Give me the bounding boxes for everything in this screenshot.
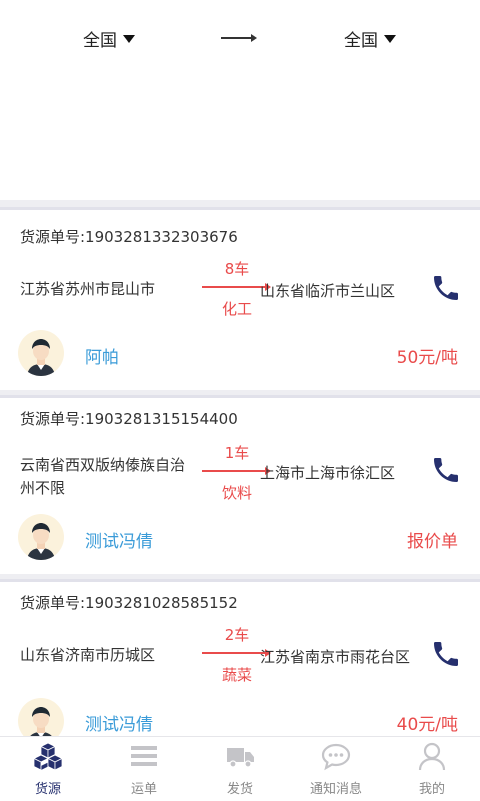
caret-down-icon [384,34,396,43]
avatar [18,698,64,736]
tab-mine[interactable]: 我的 [384,737,480,801]
price: 报价单 [407,532,458,552]
route-arrow-icon [202,283,271,291]
cargo-type: 饮料 [221,484,252,502]
cubes-icon [33,742,63,771]
caret-down-icon [123,34,135,43]
route-arrow-icon [202,649,271,657]
divider [0,200,480,210]
avatar [18,330,64,376]
tab-label: 货源 [34,782,61,797]
destination-select-label: 全国 [344,31,378,51]
shipper-name: 测试冯倩 [85,715,153,735]
cargo-type: 蔬菜 [221,666,252,684]
tab-label: 运单 [130,782,157,797]
phone-icon[interactable] [430,638,462,670]
destination-address: 上海市上海市徐汇区 [260,464,396,482]
route-arrow-icon [202,467,271,475]
truck-count: 2车 [224,626,250,644]
cargo-card[interactable]: 货源单号:1903281315154400 云南省西双版纳傣族自治州不限 1车 … [0,398,480,574]
cargo-card[interactable]: 货源单号:1903281028585152 山东省济南市历城区 2车 蔬菜 江苏… [0,582,480,736]
shipper-name: 测试冯倩 [85,532,153,552]
avatar [18,514,64,560]
truck-count: 1车 [224,444,250,462]
price: 40元/吨 [396,715,458,735]
cargo-number: 货源单号:1903281315154400 [20,410,238,428]
cargo-type: 化工 [221,300,252,318]
divider [0,574,480,582]
shipper-name: 阿帕 [85,348,119,368]
truck-icon [227,748,254,768]
bottom-tab-bar: 货源 运单 发货 通知消息 我的 [0,736,480,801]
tab-label: 发货 [226,782,253,797]
tab-ship[interactable]: 发货 [192,737,288,801]
cargo-number: 货源单号:1903281028585152 [20,594,238,612]
chat-icon [321,743,351,771]
cargo-card[interactable]: 货源单号:1903281332303676 江苏省苏州市昆山市 8车 化工 山东… [0,210,480,390]
origin-address: 山东省济南市历城区 [20,646,156,664]
truck-count: 8车 [224,260,250,278]
user-icon [418,742,446,771]
list-icon [131,746,157,766]
origin-address: 江苏省苏州市昆山市 [20,280,156,298]
phone-icon[interactable] [430,454,462,486]
destination-select[interactable]: 全国 [344,26,396,51]
origin-select[interactable]: 全国 [83,26,135,51]
tab-notifications[interactable]: 通知消息 [288,737,384,801]
destination-address: 江苏省南京市雨花台区 [260,648,411,666]
destination-address: 山东省临沂市兰山区 [260,282,396,300]
divider [0,390,480,398]
cargo-number: 货源单号:1903281332303676 [20,228,238,246]
tab-label: 通知消息 [309,782,362,797]
price: 50元/吨 [396,348,458,368]
phone-icon[interactable] [430,272,462,304]
route-arrow-icon [221,34,257,42]
tab-cargo[interactable]: 货源 [0,737,96,801]
origin-select-label: 全国 [83,31,117,51]
route-filter: 全国 全国 [0,0,480,200]
tab-label: 我的 [418,782,445,797]
tab-waybill[interactable]: 运单 [96,737,192,801]
origin-address: 云南省西双版纳傣族自治州不限 [20,456,186,497]
